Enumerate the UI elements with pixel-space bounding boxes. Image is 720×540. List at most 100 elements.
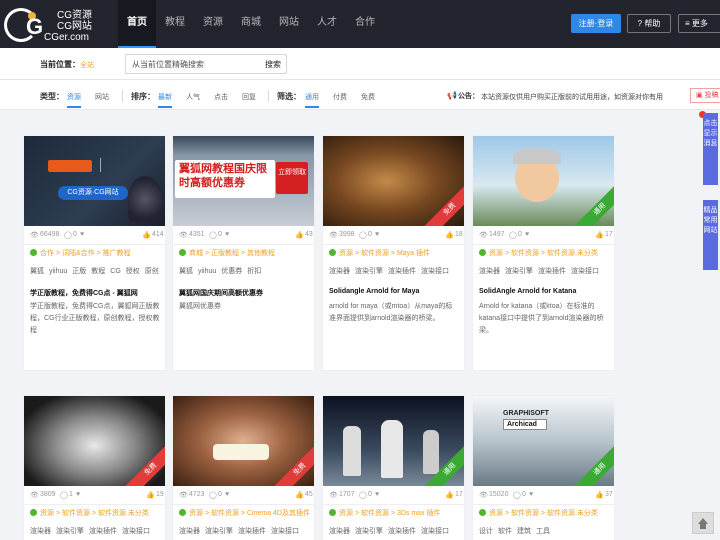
thumbs-up-icon[interactable]: 👍 (595, 491, 604, 499)
tag[interactable]: CG (110, 268, 121, 275)
tag[interactable]: 正版 (72, 268, 86, 275)
card-thumbnail[interactable]: 免费 (24, 396, 165, 486)
card-category-path[interactable]: 资源 > 软件资源 > 3Ds max 插件 (329, 508, 441, 518)
heart-icon[interactable]: ♥ (80, 231, 84, 238)
card-category-path[interactable]: 资源 > 软件资源 > 软件资源.未分类 (479, 508, 598, 518)
help-button[interactable]: ? 帮助 (627, 14, 671, 33)
tag[interactable]: 翼狐 (179, 268, 193, 275)
back-to-top-button[interactable] (692, 512, 714, 534)
resource-card[interactable]: CG资源·CG网站 👁 66498 ◯ 0 ♥ 👍 414 合作 > 词陆&合作… (24, 136, 165, 370)
card-thumbnail[interactable]: 通用 (323, 396, 464, 486)
card-title[interactable]: Solidangle Arnold for Maya (329, 288, 419, 295)
type-option-websites[interactable]: 网站 (95, 92, 109, 102)
more-button[interactable]: ≡ 更多 (678, 14, 720, 33)
tag[interactable]: 渲染器 (329, 528, 350, 535)
tag[interactable]: yiihuu (198, 268, 216, 275)
tag[interactable]: 建筑 (517, 528, 531, 535)
resource-card[interactable]: GRAPHISOFT Archicad 通用 👁 15020 ◯ 0 ♥ 👍 3… (473, 396, 614, 540)
sort-option-newest[interactable]: 最新 (158, 92, 172, 108)
register-login-button[interactable]: 注册·登录 (571, 14, 621, 33)
tag[interactable]: 渲染引擎 (355, 528, 383, 535)
resource-card[interactable]: 通用 👁 1497 ◯ 0 ♥ 👍 17 资源 > 软件资源 > 软件资源.未分… (473, 136, 614, 370)
tag[interactable]: 渲染器 (179, 528, 200, 535)
tag[interactable]: 折扣 (247, 268, 261, 275)
heart-icon[interactable]: ♥ (225, 231, 229, 238)
card-category-path[interactable]: 商城 > 正版教程 > 其他教程 (179, 248, 275, 258)
card-title[interactable]: SolidAngle Arnold for Katana (479, 288, 576, 295)
tag[interactable]: 软件 (498, 528, 512, 535)
tag[interactable]: 渲染接口 (571, 268, 599, 275)
favorite-sites-tab[interactable]: 精品常用网站 (703, 200, 718, 270)
screen-option-general[interactable]: 通用 (305, 92, 319, 108)
show-messages-tab[interactable]: 点击显示消息 (703, 113, 718, 185)
resource-card[interactable]: 免费 👁 3998 ◯ 0 ♥ 👍 18 资源 > 软件资源 > Maya 插件… (323, 136, 464, 370)
card-category-path[interactable]: 资源 > 软件资源 > Maya 插件 (329, 248, 430, 258)
heart-icon[interactable]: ♥ (375, 491, 379, 498)
card-thumbnail[interactable]: 免费 (323, 136, 464, 226)
tag[interactable]: 工具 (536, 528, 550, 535)
card-category-path[interactable]: 资源 > 软件资源 > 软件资源.未分类 (30, 508, 149, 518)
nav-websites[interactable]: 网站 (270, 0, 308, 48)
resource-card[interactable]: 通用 👁 1707 ◯ 0 ♥ 👍 17 资源 > 软件资源 > 3Ds max… (323, 396, 464, 540)
sort-option-popular[interactable]: 人气 (186, 92, 200, 102)
card-category-path[interactable]: 合作 > 词陆&合作 > 推广教程 (30, 248, 131, 258)
tag[interactable]: 渲染器 (329, 268, 350, 275)
screen-option-paid[interactable]: 付费 (333, 92, 347, 102)
thumbs-up-icon[interactable]: 👍 (295, 491, 304, 499)
heart-icon[interactable]: ♥ (225, 491, 229, 498)
location-search-button[interactable]: 搜索 (265, 59, 281, 70)
resource-card[interactable]: 翼狐网教程国庆限时高额优惠券 立即领取 👁 4351 ◯ 0 ♥ 👍 43 商城… (173, 136, 314, 370)
card-thumbnail[interactable]: CG资源·CG网站 (24, 136, 165, 226)
resource-card[interactable]: 免费 👁 3809 ◯ 1 ♥ 👍 19 资源 > 软件资源 > 软件资源.未分… (24, 396, 165, 540)
report-button[interactable]: ▣ 投稿 (690, 88, 720, 103)
tag[interactable]: 渲染器 (30, 528, 51, 535)
card-category-path[interactable]: 资源 > 软件资源 > 软件资源.未分类 (479, 248, 598, 258)
nav-resources[interactable]: 资源 (194, 0, 232, 48)
thumbs-up-icon[interactable]: 👍 (146, 491, 155, 499)
tag[interactable]: 渲染引擎 (505, 268, 533, 275)
nav-tutorials[interactable]: 教程 (156, 0, 194, 48)
tag[interactable]: 渲染引擎 (355, 268, 383, 275)
screen-option-free[interactable]: 免费 (361, 92, 375, 102)
tag[interactable]: 原创 (145, 268, 159, 275)
tag[interactable]: 渲染引擎 (205, 528, 233, 535)
thumbs-up-icon[interactable]: 👍 (595, 231, 604, 239)
nav-talent[interactable]: 人才 (308, 0, 346, 48)
card-title[interactable]: 翼狐网国庆期间高额优惠券 (179, 288, 263, 298)
thumbs-up-icon[interactable]: 👍 (295, 231, 304, 239)
tag[interactable]: 渲染引擎 (56, 528, 84, 535)
tag[interactable]: 渲染接口 (271, 528, 299, 535)
tag[interactable]: 渲染接口 (421, 268, 449, 275)
card-title[interactable]: 学正版教程，免费得CG点 - 翼狐网 (30, 288, 138, 298)
tag[interactable]: 设计 (479, 528, 493, 535)
sort-option-replies[interactable]: 回复 (242, 92, 256, 102)
card-category-path[interactable]: 资源 > 软件资源 > Cinema 4D及其插件 (179, 508, 310, 518)
tag[interactable]: 渲染器 (479, 268, 500, 275)
card-thumbnail[interactable]: GRAPHISOFT Archicad 通用 (473, 396, 614, 486)
tag[interactable]: 渲染插件 (388, 528, 416, 535)
location-value[interactable]: 全站 (80, 60, 94, 70)
tag[interactable]: 渲染插件 (238, 528, 266, 535)
thumbs-up-icon[interactable]: 👍 (142, 231, 151, 239)
tag[interactable]: yiihuu (49, 268, 67, 275)
tag[interactable]: 翼狐 (30, 268, 44, 275)
thumbs-up-icon[interactable]: 👍 (445, 491, 454, 499)
heart-icon[interactable]: ♥ (375, 231, 379, 238)
nav-home[interactable]: 首页 (118, 0, 156, 48)
tag[interactable]: 渲染插件 (89, 528, 117, 535)
tag[interactable]: 教程 (91, 268, 105, 275)
sort-option-clicks[interactable]: 点击 (214, 92, 228, 102)
heart-icon[interactable]: ♥ (76, 491, 80, 498)
type-option-resources[interactable]: 资源 (67, 92, 81, 108)
card-thumbnail[interactable]: 通用 (473, 136, 614, 226)
tag[interactable]: 授权 (126, 268, 140, 275)
thumbs-up-icon[interactable]: 👍 (445, 231, 454, 239)
site-logo[interactable]: G CG资源 CG网站 CGer.com (4, 6, 116, 46)
location-search-input[interactable] (132, 58, 252, 71)
tag[interactable]: 渲染接口 (122, 528, 150, 535)
heart-icon[interactable]: ♥ (525, 231, 529, 238)
card-thumbnail[interactable]: 翼狐网教程国庆限时高额优惠券 立即领取 (173, 136, 314, 226)
resource-card[interactable]: 免费 👁 4723 ◯ 0 ♥ 👍 45 资源 > 软件资源 > Cinema … (173, 396, 314, 540)
nav-store[interactable]: 商城 (232, 0, 270, 48)
nav-cooperation[interactable]: 合作 (346, 0, 384, 48)
